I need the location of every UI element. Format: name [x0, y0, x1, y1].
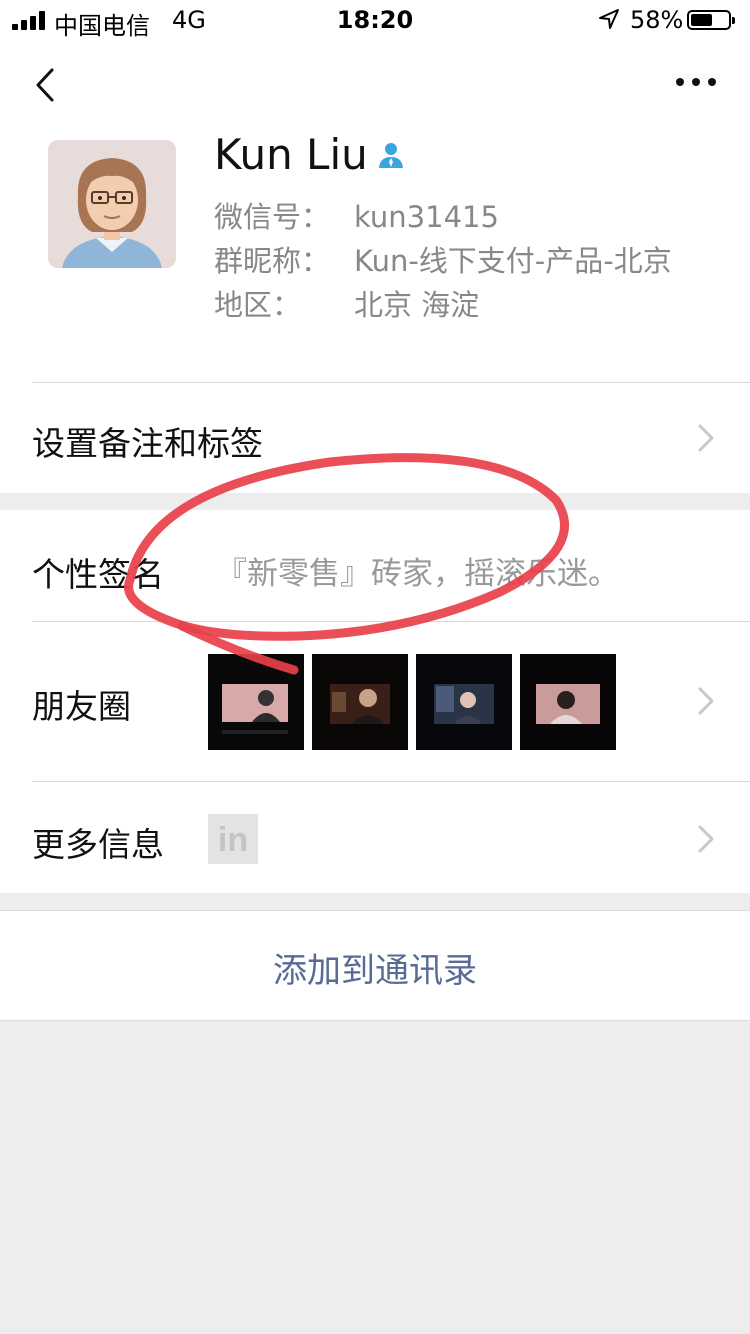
add-to-contacts-button[interactable]: 添加到通讯录	[0, 910, 750, 1021]
moment-thumbnail[interactable]	[520, 654, 616, 750]
chevron-right-icon	[698, 825, 714, 853]
wechat-id-row: 微信号： kun31415	[214, 194, 499, 236]
ellipsis-icon	[676, 78, 684, 86]
moment-thumbnail[interactable]	[208, 654, 304, 750]
remark-tags-row[interactable]: 设置备注和标签	[0, 383, 750, 493]
chevron-left-icon[interactable]	[28, 64, 68, 104]
chevron-right-icon	[698, 424, 714, 452]
signature-label: 个性签名	[32, 555, 164, 594]
signature-value: 『新零售』砖家，摇滚乐迷。	[216, 556, 619, 592]
profile-name: Kun Liu	[214, 130, 368, 179]
moment-thumbnail[interactable]	[416, 654, 512, 750]
chevron-right-icon	[698, 687, 714, 715]
profile-card: Kun Liu 微信号： kun31415 群昵称： Kun-线下支付-产品-北京 …	[0, 40, 750, 493]
wechat-id-value: kun31415	[354, 200, 499, 234]
moments-label: 朋友圈	[32, 687, 131, 726]
cartoon-avatar-image	[48, 140, 176, 268]
signature-row: 个性签名 『新零售』砖家，摇滚乐迷。	[0, 510, 750, 621]
avatar[interactable]	[48, 140, 176, 268]
moments-row[interactable]: 朋友圈	[0, 622, 750, 780]
battery-icon	[687, 10, 735, 30]
region-row: 地区： 北京 海淀	[214, 282, 479, 324]
moment-thumbnail[interactable]	[312, 654, 408, 750]
user-badge-icon	[379, 143, 403, 168]
remark-tags-label: 设置备注和标签	[32, 424, 263, 463]
region-value: 北京 海淀	[354, 288, 480, 322]
linkedin-icon: in	[208, 814, 258, 864]
location-arrow-icon	[599, 9, 619, 29]
add-to-contacts-label: 添加到通讯录	[273, 951, 477, 991]
group-nickname-label: 群昵称：	[214, 244, 331, 278]
battery-percent: 58%	[630, 6, 684, 34]
region-label: 地区：	[214, 288, 302, 322]
status-bar: 中国电信 4G 18:20 58%	[0, 0, 750, 40]
more-options-button[interactable]	[672, 70, 720, 94]
more-info-row[interactable]: 更多信息 in	[0, 782, 750, 893]
group-nickname-row: 群昵称： Kun-线下支付-产品-北京	[214, 238, 672, 280]
more-info-label: 更多信息	[32, 825, 164, 864]
group-nickname-value: Kun-线下支付-产品-北京	[354, 244, 672, 278]
wechat-id-label: 微信号：	[214, 200, 331, 234]
details-section: 个性签名 『新零售』砖家，摇滚乐迷。 朋友圈 更多信息 in	[0, 510, 750, 893]
